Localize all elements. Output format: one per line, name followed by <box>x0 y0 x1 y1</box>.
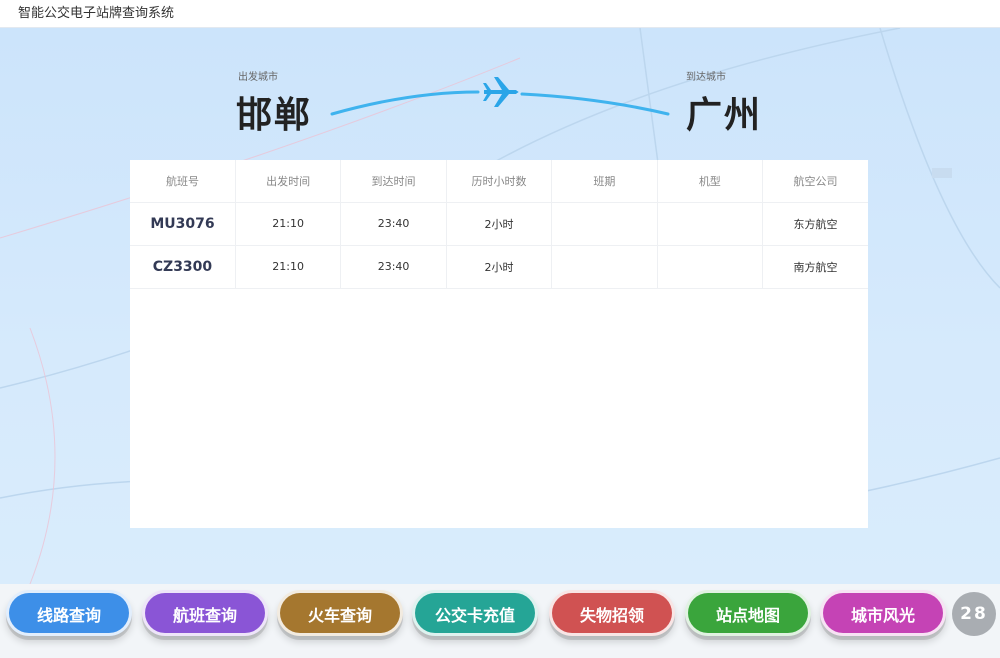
bottom-nav-bar: 线路查询 航班查询 火车查询 公交卡充值 失物招领 站点地图 城市风光 28 <box>0 584 1000 658</box>
flight-table-panel: 航班号 出发时间 到达时间 历时小时数 班期 机型 航空公司 MU3076 21… <box>130 160 868 528</box>
route-arc <box>330 77 670 116</box>
aircraft-type <box>657 202 764 246</box>
city-scenery-button[interactable]: 城市风光 <box>820 590 946 636</box>
route-query-button[interactable]: 线路查询 <box>6 590 132 636</box>
column-header: 班期 <box>551 160 658 203</box>
arrival-time: 23:40 <box>340 245 447 289</box>
window-title: 智能公交电子站牌查询系统 <box>0 0 1000 28</box>
departure-time: 21:10 <box>235 202 342 246</box>
table-row[interactable]: CZ3300 21:10 23:40 2小时 南方航空 <box>130 245 868 289</box>
schedule <box>551 245 658 289</box>
schedule <box>551 202 658 246</box>
airplane-icon <box>483 77 519 107</box>
flight-number: MU3076 <box>130 202 236 246</box>
table-row[interactable]: MU3076 21:10 23:40 2小时 东方航空 <box>130 202 868 246</box>
column-header: 航空公司 <box>762 160 868 203</box>
aircraft-type <box>657 245 764 289</box>
column-header: 机型 <box>657 160 764 203</box>
train-query-button[interactable]: 火车查询 <box>277 590 403 636</box>
lost-and-found-button[interactable]: 失物招领 <box>549 590 675 636</box>
table-header-row: 航班号 出发时间 到达时间 历时小时数 班期 机型 航空公司 <box>130 160 868 203</box>
flight-number: CZ3300 <box>130 245 236 289</box>
airline: 东方航空 <box>762 202 868 246</box>
station-map-button[interactable]: 站点地图 <box>685 590 811 636</box>
duration: 2小时 <box>446 245 553 289</box>
airline: 南方航空 <box>762 245 868 289</box>
flight-table: 航班号 出发时间 到达时间 历时小时数 班期 机型 航空公司 MU3076 21… <box>130 160 868 289</box>
column-header: 到达时间 <box>340 160 447 203</box>
arrival-time: 23:40 <box>340 202 447 246</box>
duration: 2小时 <box>446 202 553 246</box>
flight-query-button[interactable]: 航班查询 <box>142 590 268 636</box>
bus-card-recharge-button[interactable]: 公交卡充值 <box>412 590 538 636</box>
departure-time: 21:10 <box>235 245 342 289</box>
countdown-badge: 28 <box>952 592 996 636</box>
column-header: 出发时间 <box>235 160 342 203</box>
column-header: 航班号 <box>130 160 236 203</box>
route-header: 出发城市 邯郸 到达城市 广州 <box>0 28 1000 158</box>
column-header: 历时小时数 <box>446 160 553 203</box>
